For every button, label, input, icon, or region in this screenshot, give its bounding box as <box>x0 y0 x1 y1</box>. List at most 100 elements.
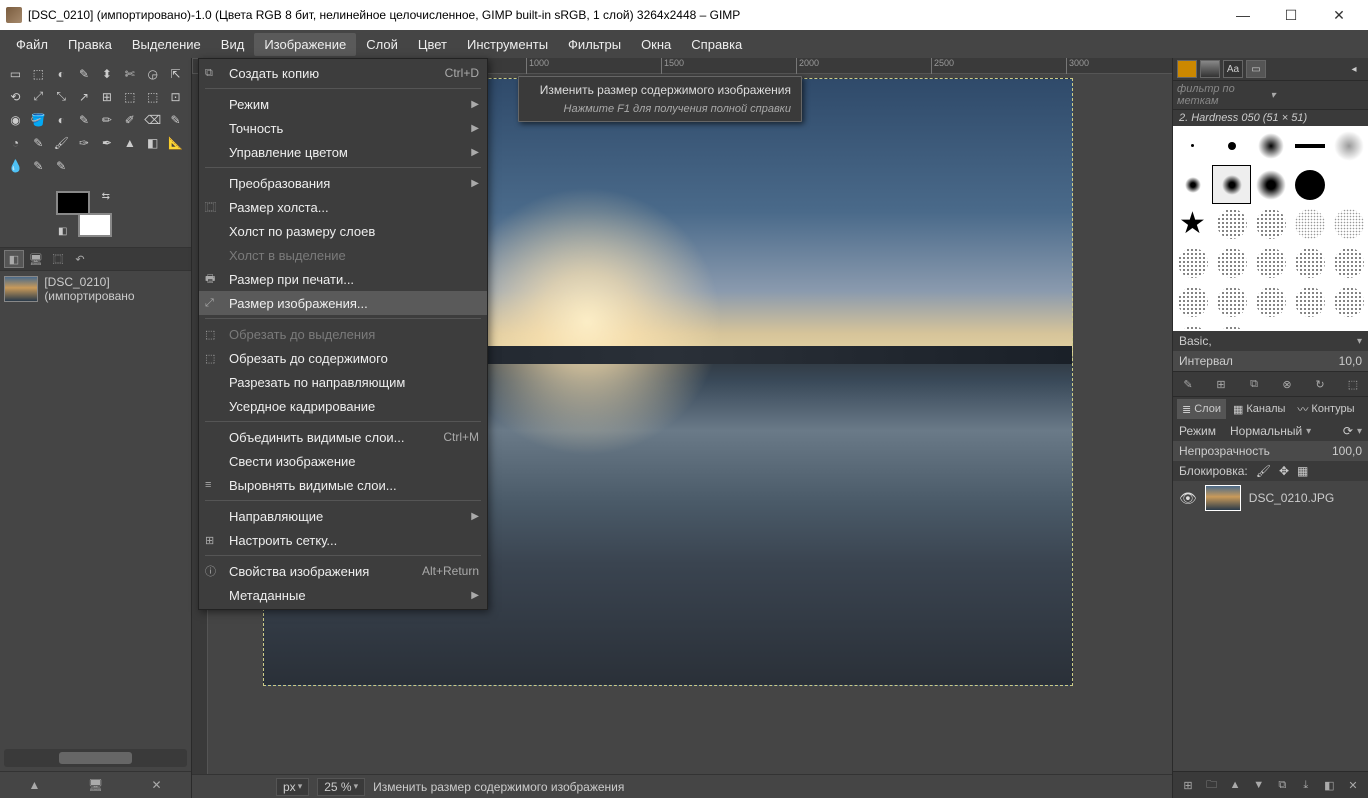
brush-cell[interactable] <box>1329 282 1368 321</box>
unit-select[interactable]: px ▾ <box>276 778 309 796</box>
tool-button[interactable]: ◐ <box>50 108 73 131</box>
edit-brush-icon[interactable]: ✎ <box>1179 375 1197 393</box>
menu-item[interactable]: Режим▶ <box>199 92 487 116</box>
brush-cell[interactable] <box>1251 165 1290 204</box>
tool-button[interactable]: ✎ <box>73 62 96 85</box>
menu-item[interactable]: ⤢Размер изображения... <box>199 291 487 315</box>
duplicate-layer-icon[interactable]: ⧉ <box>1273 776 1291 794</box>
tool-button[interactable]: 💧 <box>4 154 27 177</box>
refresh-brush-icon[interactable]: ↻ <box>1311 375 1329 393</box>
menu-item[interactable]: ⊞Настроить сетку... <box>199 528 487 552</box>
brush-cell[interactable] <box>1173 165 1212 204</box>
image-list-item[interactable]: [DSC_0210] (импортировано <box>0 271 191 307</box>
brush-cell[interactable] <box>1290 243 1329 282</box>
delete-layer-icon[interactable]: ✕ <box>1344 776 1362 794</box>
brush-preset-select[interactable]: Basic, ▾ <box>1173 331 1368 351</box>
menu-item[interactable]: ≡Выровнять видимые слои... <box>199 473 487 497</box>
menu-item[interactable]: 🖶Размер при печати... <box>199 267 487 291</box>
tab-menu-icon[interactable]: ◂ <box>1344 60 1364 78</box>
menu-слой[interactable]: Слой <box>356 33 408 56</box>
tool-button[interactable]: ⬚ <box>27 62 50 85</box>
menu-фильтры[interactable]: Фильтры <box>558 33 631 56</box>
brush-cell[interactable] <box>1251 126 1290 165</box>
menu-item[interactable]: Усердное кадрирование <box>199 394 487 418</box>
layer-mode-select[interactable]: Режим Нормальный ▾ ⟳ ▾ <box>1173 421 1368 441</box>
new-brush-icon[interactable]: ⊞ <box>1212 375 1230 393</box>
tab-patterns-icon[interactable] <box>1200 60 1220 78</box>
brush-cell[interactable]: ★ <box>1173 204 1212 243</box>
tool-button[interactable]: ◐ <box>50 62 73 85</box>
brush-cell[interactable] <box>1173 126 1212 165</box>
brush-cell[interactable] <box>1212 204 1251 243</box>
dock-tab[interactable]: 〰Контуры <box>1292 399 1359 419</box>
tool-button[interactable]: ⬚ <box>141 85 164 108</box>
tool-button[interactable]: ✎ <box>164 108 187 131</box>
menu-вид[interactable]: Вид <box>211 33 255 56</box>
menu-item[interactable]: Управление цветом▶ <box>199 140 487 164</box>
brush-cell[interactable] <box>1290 165 1329 204</box>
open-as-image-icon[interactable]: ⬚ <box>1344 375 1362 393</box>
tool-button[interactable]: ⊞ <box>96 85 119 108</box>
menu-item[interactable]: Метаданные▶ <box>199 583 487 607</box>
brush-cell[interactable] <box>1212 282 1251 321</box>
brush-cell[interactable] <box>1329 204 1368 243</box>
brush-cell[interactable] <box>1212 126 1251 165</box>
tab-history-icon[interactable]: ↶ <box>70 250 90 268</box>
dock-tab[interactable]: ▦Каналы <box>1228 399 1290 419</box>
brush-cell[interactable] <box>1173 282 1212 321</box>
menu-item[interactable]: Разрезать по направляющим <box>199 370 487 394</box>
menu-изображение[interactable]: Изображение <box>254 33 356 56</box>
tool-button[interactable]: ⬍ <box>96 62 119 85</box>
raise-button[interactable]: ▲ <box>24 774 46 796</box>
dock-tab[interactable]: ≣Слои <box>1177 399 1226 419</box>
mode-switch-icon[interactable]: ⟳ <box>1343 424 1353 438</box>
lock-alpha-icon[interactable]: ▦ <box>1297 464 1308 478</box>
brush-cell[interactable] <box>1329 243 1368 282</box>
layer-row[interactable]: 👁 DSC_0210.JPG <box>1173 481 1368 515</box>
tool-button[interactable]: 🖌 <box>50 131 73 154</box>
brush-grid[interactable]: ★ <box>1173 126 1368 331</box>
tool-button[interactable]: ◉ <box>4 108 27 131</box>
tab-brushes-icon[interactable] <box>1177 60 1197 78</box>
brush-cell[interactable] <box>1251 321 1290 331</box>
menu-item[interactable]: Преобразования▶ <box>199 171 487 195</box>
color-bg[interactable] <box>78 213 112 237</box>
menu-выделение[interactable]: Выделение <box>122 33 211 56</box>
menu-item[interactable]: Точность▶ <box>199 116 487 140</box>
tool-button[interactable]: ⟲ <box>4 85 27 108</box>
menu-item[interactable]: ⧉Создать копиюCtrl+D <box>199 61 487 85</box>
tool-button[interactable]: ⬚ <box>118 85 141 108</box>
minimize-button[interactable]: — <box>1220 0 1266 30</box>
tool-button[interactable]: ⇱ <box>164 62 187 85</box>
tool-button[interactable]: ✑ <box>73 131 96 154</box>
tool-button[interactable] <box>118 154 141 177</box>
brush-cell[interactable] <box>1290 126 1329 165</box>
menu-цвет[interactable]: Цвет <box>408 33 457 56</box>
color-display[interactable]: ⇆ ◧ <box>56 191 112 237</box>
menu-item[interactable]: Направляющие▶ <box>199 504 487 528</box>
zoom-select[interactable]: 25 % ▾ <box>317 778 365 796</box>
menu-справка[interactable]: Справка <box>681 33 752 56</box>
menu-правка[interactable]: Правка <box>58 33 122 56</box>
menu-item[interactable]: ⓘСвойства изображенияAlt+Return <box>199 559 487 583</box>
duplicate-brush-icon[interactable]: ⧉ <box>1245 375 1263 393</box>
tool-button[interactable]: ✎ <box>73 108 96 131</box>
reset-colors-icon[interactable]: ◧ <box>58 226 67 237</box>
tool-button[interactable]: ✐ <box>118 108 141 131</box>
brush-filter-input[interactable]: фильтр по меткам ▾ <box>1173 81 1368 110</box>
tool-button[interactable]: ◧ <box>141 131 164 154</box>
merge-down-icon[interactable]: ⤓ <box>1297 776 1315 794</box>
menu-item[interactable]: Объединить видимые слои...Ctrl+M <box>199 425 487 449</box>
tool-button[interactable]: 📐 <box>164 131 187 154</box>
tool-button[interactable]: ⤡ <box>50 85 73 108</box>
tool-button[interactable]: ✏ <box>96 108 119 131</box>
tool-button[interactable] <box>73 154 96 177</box>
menu-item[interactable]: Холст по размеру слоев <box>199 219 487 243</box>
tool-button[interactable]: ✒ <box>96 131 119 154</box>
tool-button[interactable]: ✎ <box>50 154 73 177</box>
brush-cell[interactable] <box>1329 165 1368 204</box>
tool-button[interactable]: ▲ <box>118 131 141 154</box>
brush-cell[interactable] <box>1290 204 1329 243</box>
color-fg[interactable] <box>56 191 90 215</box>
tool-button[interactable] <box>164 154 187 177</box>
